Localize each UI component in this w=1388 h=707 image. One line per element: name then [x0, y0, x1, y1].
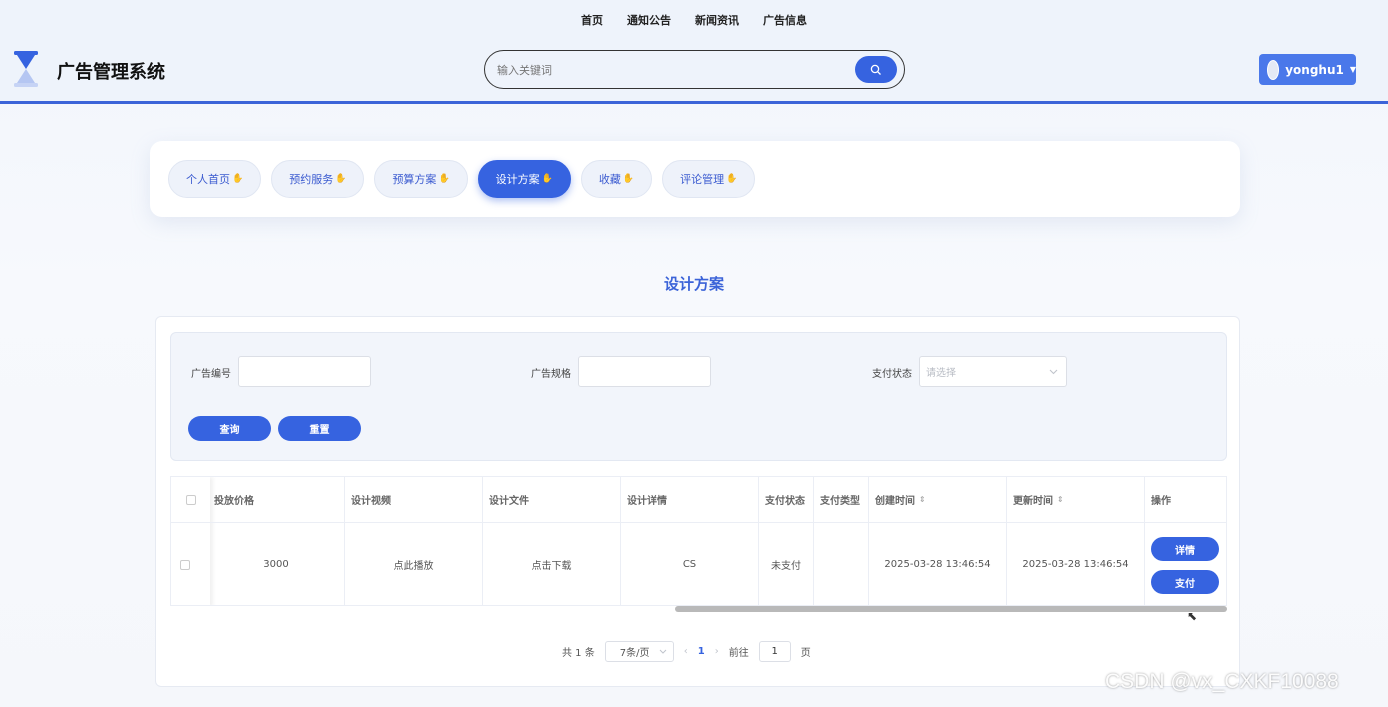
- col-header-detail: 设计详情: [627, 496, 667, 507]
- hand-icon: ✋: [622, 174, 635, 184]
- hand-icon: ✋: [335, 174, 347, 184]
- sort-icon[interactable]: ⇕: [919, 495, 926, 504]
- pay-status-label: 支付状态: [872, 369, 912, 380]
- query-button[interactable]: 查询: [188, 416, 271, 441]
- mouse-cursor-icon: ⬉: [1187, 609, 1198, 623]
- chevron-down-icon: [1049, 369, 1058, 374]
- reset-button[interactable]: 重置: [278, 416, 361, 441]
- chevron-down-icon: ▼: [1349, 65, 1356, 74]
- hand-icon: ✋: [232, 174, 244, 184]
- pay-status-placeholder: 请选择: [926, 368, 956, 379]
- col-header-file: 设计文件: [489, 496, 529, 507]
- tab-5[interactable]: 评论管理 ✋: [662, 160, 756, 198]
- nav-news[interactable]: 新闻资讯: [683, 12, 751, 28]
- watermark: CSDN @vx_CXKF10088: [1105, 670, 1339, 693]
- nav-ad-info[interactable]: 广告信息: [751, 12, 819, 28]
- hand-icon: ✋: [726, 174, 738, 184]
- cell-pay-status: 未支付: [771, 561, 801, 572]
- horizontal-scrollbar[interactable]: [675, 606, 1227, 612]
- pagination: 共 1 条 7条/页 ‹ 1 › 前往 1 页: [562, 641, 811, 662]
- tab-label: 收藏: [598, 173, 621, 186]
- col-header-updated-label: 更新时间: [1013, 496, 1053, 507]
- hand-icon: ✋: [541, 174, 553, 184]
- search-icon: [870, 64, 881, 75]
- cell-created: 2025-03-28 13:46:54: [884, 559, 991, 570]
- tab-2[interactable]: 预算方案 ✋: [374, 160, 468, 198]
- filter-form: 广告编号 广告规格 支付状态 请选择 查询 重置: [170, 332, 1227, 461]
- user-menu-button[interactable]: yonghu1 ▼: [1259, 54, 1356, 85]
- page-unit-label: 页: [800, 648, 811, 659]
- center-tabs-card: 个人首页 ✋ 预约服务 ✋ 预算方案 ✋ 设计方案 ✋ 收藏 ✋ 评论管理 ✋: [150, 141, 1240, 217]
- search-box: [484, 50, 905, 89]
- select-all-cell: [171, 477, 210, 522]
- cell-pay-type: [814, 523, 868, 605]
- tab-label: 个人首页: [186, 173, 230, 186]
- nav-home[interactable]: 首页: [569, 12, 615, 28]
- col-header-updated[interactable]: 更新时间 ⇕: [1007, 477, 1144, 522]
- cell-video-link[interactable]: 点此播放: [345, 523, 482, 605]
- ad-no-input[interactable]: [238, 356, 371, 387]
- search-input[interactable]: [497, 60, 837, 80]
- hourglass-logo-icon: [14, 51, 38, 87]
- top-nav: 首页 通知公告 新闻资讯 广告信息: [0, 12, 1388, 28]
- cell-price: 3000: [263, 559, 289, 570]
- chevron-down-icon: [659, 649, 667, 654]
- nav-notices[interactable]: 通知公告: [615, 12, 683, 28]
- main-panel: 广告编号 广告规格 支付状态 请选择 查询 重置 投放价格 设计视频 设计文件 …: [155, 316, 1240, 687]
- next-page-icon[interactable]: ›: [715, 646, 719, 657]
- select-all-checkbox[interactable]: [185, 494, 196, 505]
- tab-3[interactable]: 设计方案 ✋: [477, 160, 571, 198]
- cell-detail: CS: [682, 559, 697, 570]
- pay-button[interactable]: 支付: [1151, 570, 1219, 594]
- tab-label: 预算方案: [392, 173, 437, 186]
- col-header-actions: 操作: [1151, 496, 1171, 507]
- col-header-pay-type: 支付类型: [820, 496, 860, 507]
- col-header-pay-status: 支付状态: [765, 496, 805, 507]
- row-select-cell: [171, 523, 198, 605]
- ad-spec-label: 广告规格: [531, 369, 571, 380]
- col-header-created-label: 创建时间: [875, 496, 915, 507]
- center-tabs: 个人首页 ✋ 预约服务 ✋ 预算方案 ✋ 设计方案 ✋ 收藏 ✋ 评论管理 ✋: [168, 160, 756, 198]
- avatar: [1267, 59, 1280, 80]
- header: 首页 通知公告 新闻资讯 广告信息 广告管理系统 yonghu1 ▼: [0, 0, 1388, 104]
- prev-page-icon[interactable]: ‹: [684, 646, 688, 657]
- search-button[interactable]: [855, 56, 897, 83]
- ad-spec-input[interactable]: [578, 356, 711, 387]
- tab-label: 预约服务: [289, 173, 334, 186]
- tab-0[interactable]: 个人首页 ✋: [168, 160, 262, 198]
- brand-title: 广告管理系统: [57, 62, 165, 83]
- tab-4[interactable]: 收藏 ✋: [580, 160, 653, 198]
- col-header-video: 设计视频: [351, 496, 391, 507]
- tab-1[interactable]: 预约服务 ✋: [271, 160, 365, 198]
- ad-no-label: 广告编号: [191, 369, 231, 380]
- tab-label: 评论管理: [680, 173, 725, 186]
- tab-label: 设计方案: [495, 173, 540, 186]
- page-size-select[interactable]: 7条/页: [604, 641, 674, 662]
- goto-label: 前往: [728, 648, 749, 659]
- detail-button[interactable]: 详情: [1151, 537, 1219, 561]
- row-checkbox[interactable]: [179, 559, 190, 570]
- sort-icon[interactable]: ⇕: [1057, 495, 1064, 504]
- cell-file-link[interactable]: 点击下载: [483, 523, 620, 605]
- page-size-value: 7条/页: [619, 648, 650, 659]
- col-header-price: 投放价格: [214, 496, 254, 507]
- page-number-current[interactable]: 1: [698, 646, 705, 657]
- goto-page-input[interactable]: 1: [758, 641, 791, 662]
- cell-updated: 2025-03-28 13:46:54: [1022, 559, 1129, 570]
- page-title: 设计方案: [663, 275, 724, 293]
- pay-status-select[interactable]: 请选择: [919, 356, 1067, 387]
- total-count: 共 1 条: [562, 648, 595, 659]
- col-header-created[interactable]: 创建时间 ⇕: [869, 477, 1006, 522]
- data-table: 投放价格 设计视频 设计文件 设计详情 支付状态 支付类型 创建时间 ⇕ 更新时…: [170, 476, 1227, 606]
- hand-icon: ✋: [438, 174, 450, 184]
- user-name: yonghu1: [1285, 62, 1344, 77]
